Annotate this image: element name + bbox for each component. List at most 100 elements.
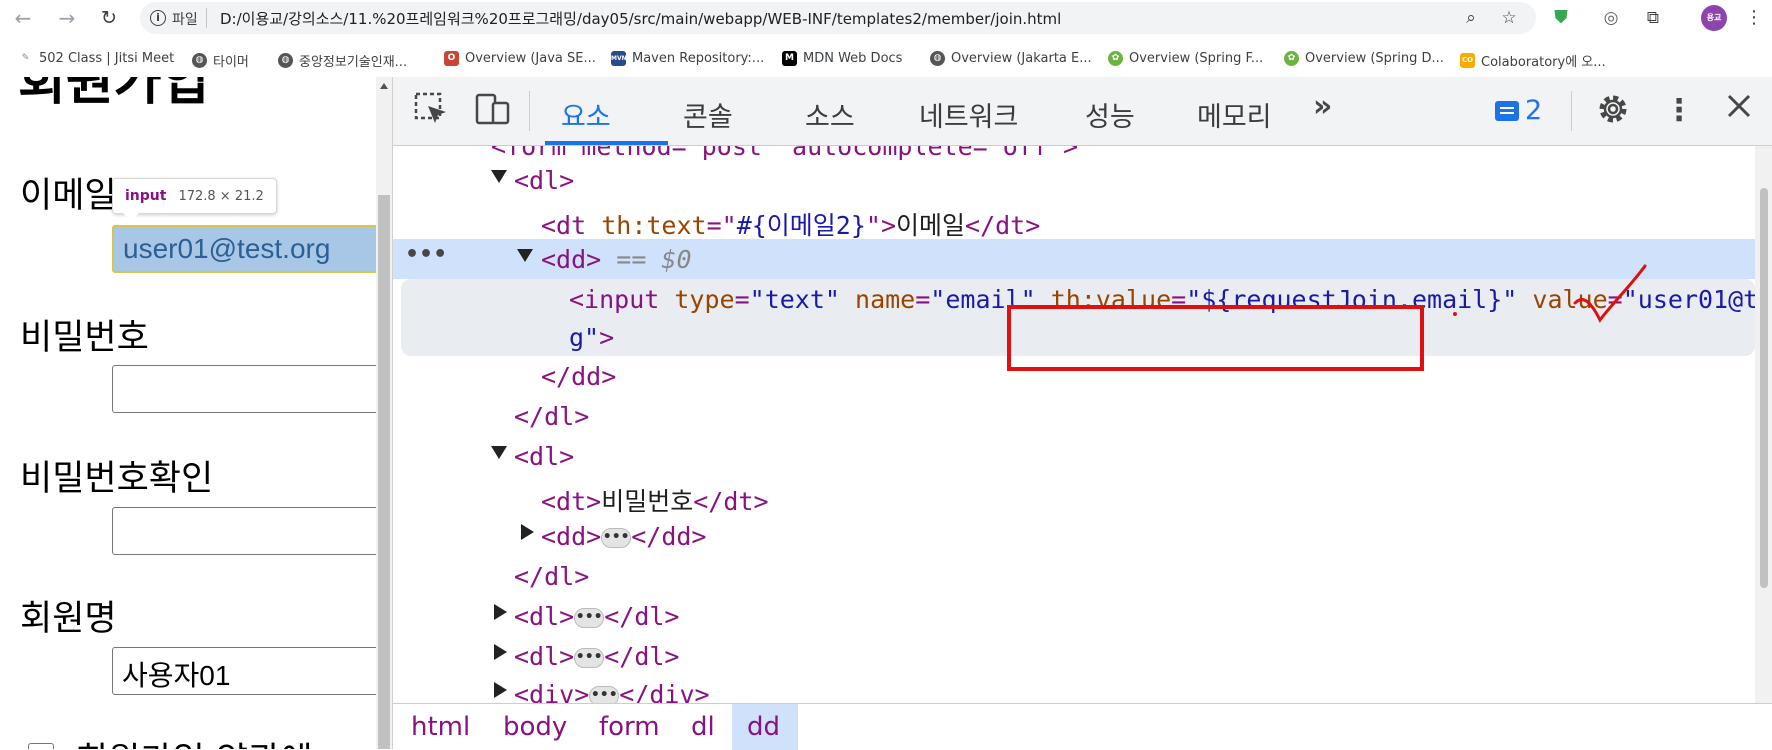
issues-count: 2 <box>1525 95 1542 126</box>
expand-triangle-icon[interactable] <box>517 249 533 262</box>
customize-menu-icon[interactable]: ⋮ <box>1659 91 1699 131</box>
bookmark-star-icon[interactable]: ☆ <box>1496 5 1522 31</box>
email-field[interactable]: user01@test.org <box>112 225 376 273</box>
bookmark-label: 타이머 <box>213 51 249 70</box>
toolbar-divider <box>1571 91 1572 131</box>
red-highlight-box <box>1007 305 1424 371</box>
tab-elements[interactable]: 요소 <box>561 95 611 134</box>
tab-memory[interactable]: 메모리 <box>1197 95 1272 134</box>
member-name-label: 회원명 <box>20 590 117 641</box>
collapsed-ellipsis[interactable]: ••• <box>589 686 619 703</box>
tree-line[interactable]: <dd>•••</dd> <box>393 516 1755 556</box>
collapsed-ellipsis[interactable]: ••• <box>574 648 604 668</box>
browser-menu-icon[interactable]: ⋮ <box>1744 4 1764 32</box>
page-scrollbar[interactable] <box>376 77 392 749</box>
selected-marker: == $0 <box>601 245 691 274</box>
bookmark-item[interactable]: COColaboratory에 오... <box>1460 51 1606 70</box>
globe-icon: ◍ <box>278 53 293 68</box>
expand-triangle-icon[interactable] <box>491 446 507 459</box>
bookmark-item[interactable]: MVNMaven Repository:... <box>611 51 764 66</box>
breadcrumb-html[interactable]: html <box>411 712 470 742</box>
devtools-scrollbar-thumb[interactable] <box>1760 188 1768 588</box>
device-toggle-icon[interactable] <box>473 91 513 131</box>
address-bar[interactable]: i 파일 D:/이용교/강의소스/11.%20프레임워크%20프로그래밍/day… <box>140 2 1536 34</box>
collapsed-triangle-icon[interactable] <box>521 524 534 540</box>
tree-line[interactable]: <dt th:text="#{이메일2}">이메일</dt> <box>393 200 1755 240</box>
tab-performance[interactable]: 성능 <box>1085 95 1135 134</box>
breadcrumb-body[interactable]: body <box>503 712 567 742</box>
inspect-element-icon[interactable] <box>411 91 451 131</box>
collapsed-triangle-icon[interactable] <box>494 682 507 698</box>
dt-text: 이메일 <box>896 211 965 240</box>
collapsed-triangle-icon[interactable] <box>494 604 507 620</box>
devtools-scrollbar[interactable] <box>1755 146 1772 703</box>
back-arrow-icon[interactable]: ← <box>10 5 36 31</box>
tree-line[interactable]: <dl>•••</dl> <box>393 596 1755 636</box>
settings-gear-icon[interactable] <box>1593 91 1633 131</box>
member-name-field[interactable]: 사용자01 <box>112 647 376 695</box>
profile-avatar[interactable]: 용교 <box>1701 5 1727 31</box>
tree-line[interactable]: <dl> <box>393 436 1755 476</box>
url-text[interactable]: D:/이용교/강의소스/11.%20프레임워크%20프로그래밍/day05/sr… <box>220 8 1061 29</box>
site-info-icon[interactable]: i <box>150 10 166 26</box>
collapsed-triangle-icon[interactable] <box>494 644 507 660</box>
close-devtools-icon[interactable] <box>1719 91 1759 131</box>
devtools-toolbar: 요소 콘솔 소스 네트워크 성능 메모리 » 2 ⋮ <box>393 77 1772 146</box>
maven-icon: MVN <box>611 51 626 66</box>
bookmark-item[interactable]: ◍타이머 <box>192 51 249 70</box>
attr-value: #{이메일2} <box>737 211 866 240</box>
forward-arrow-icon[interactable]: → <box>54 5 80 31</box>
page-scrollbar-thumb[interactable] <box>378 195 390 749</box>
tree-line[interactable]: <dl> <box>393 160 1755 200</box>
password-confirm-field[interactable] <box>112 507 376 555</box>
bookmark-item[interactable]: ✿Overview (Spring D... <box>1284 51 1444 66</box>
omnibox-divider <box>206 8 207 28</box>
reload-icon[interactable]: ↻ <box>96 5 122 31</box>
breadcrumb-dl[interactable]: dl <box>691 712 715 742</box>
tree-line-selected[interactable]: <dd> == $0 <box>393 239 1755 279</box>
terms-checkbox[interactable] <box>28 743 54 749</box>
extension-circle-icon[interactable]: ◎ <box>1598 5 1624 31</box>
tab-network[interactable]: 네트워크 <box>919 95 1018 134</box>
extensions-puzzle-icon[interactable]: ⧉ <box>1640 5 1666 31</box>
tree-line[interactable]: <dl>•••</dl> <box>393 636 1755 676</box>
bookmark-item[interactable]: MMDN Web Docs <box>782 51 902 66</box>
breadcrumb-form[interactable]: form <box>599 712 660 742</box>
attr-eq: =" <box>707 211 737 240</box>
shield-extension-icon[interactable]: ⛊ <box>1548 5 1574 31</box>
bookmark-item[interactable]: ✿Overview (Spring F... <box>1108 51 1263 66</box>
spring-icon: ✿ <box>1108 51 1123 66</box>
issues-counter[interactable]: 2 <box>1495 95 1542 126</box>
terms-label: 회원가입 약관에 <box>76 732 313 749</box>
bookmark-label: Overview (Spring D... <box>1305 51 1444 66</box>
page-viewport: 회원가입 이메일 user01@test.org input 172.8 × 2… <box>0 77 376 749</box>
tree-line[interactable]: <div>•••</div> <box>393 674 1755 703</box>
tree-line[interactable]: <dt>비밀번호</dt> <box>393 476 1755 516</box>
collapsed-ellipsis[interactable]: ••• <box>574 608 604 628</box>
tab-sources[interactable]: 소스 <box>805 95 855 134</box>
dl-tag-end: </dl> <box>604 602 679 631</box>
colab-icon: CO <box>1460 53 1475 68</box>
tree-line[interactable]: </dl> <box>393 556 1755 596</box>
bookmarks-bar: ✎502 Class | Jitsi Meet ◍타이머 ◍중앙정보기술인재..… <box>0 43 1772 77</box>
collapsed-ellipsis[interactable]: ••• <box>601 528 631 548</box>
password-confirm-label: 비밀번호확인 <box>20 450 213 501</box>
tree-line[interactable]: </dl> <box>393 396 1755 436</box>
bookmark-item[interactable]: OOverview (Java SE... <box>444 51 596 66</box>
breadcrumb-dd[interactable]: dd <box>747 712 780 742</box>
dt-text: 비밀번호 <box>601 487 693 516</box>
div-tag-end: </div> <box>619 680 709 703</box>
password-field[interactable] <box>112 365 376 413</box>
bookmark-item[interactable]: ◍중앙정보기술인재... <box>278 51 407 70</box>
scroll-up-arrow-icon[interactable] <box>380 83 388 89</box>
attr-value: "text" <box>750 285 840 314</box>
more-tabs-chevron-icon[interactable]: » <box>1313 89 1332 124</box>
expand-triangle-icon[interactable] <box>491 170 507 183</box>
bookmark-label: Overview (Jakarta E... <box>951 51 1092 66</box>
bookmark-item[interactable]: ✎502 Class | Jitsi Meet <box>18 51 174 66</box>
tab-console[interactable]: 콘솔 <box>683 95 733 134</box>
bookmark-item[interactable]: ◍Overview (Jakarta E... <box>930 51 1092 66</box>
tooltip-dims: 172.8 × 21.2 <box>178 189 263 204</box>
dt-tag-open: <dt> <box>541 487 601 516</box>
zoom-icon[interactable]: ⌕ <box>1458 5 1484 31</box>
